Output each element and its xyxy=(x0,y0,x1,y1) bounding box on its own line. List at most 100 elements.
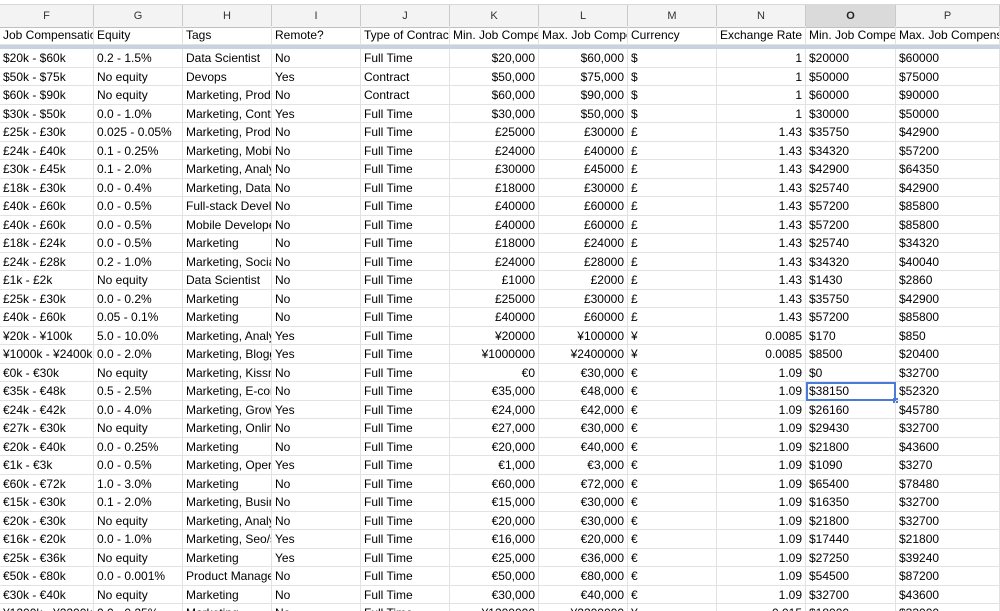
table-cell[interactable]: $25740 xyxy=(806,178,896,197)
table-cell[interactable]: 1 xyxy=(717,104,806,123)
table-cell[interactable]: Marketing xyxy=(183,289,272,308)
table-cell[interactable]: €50,000 xyxy=(450,567,539,586)
table-cell[interactable]: £24000 xyxy=(450,252,539,271)
table-cell[interactable]: $60k - $90k xyxy=(0,86,94,105)
table-cell[interactable]: $75,000 xyxy=(539,67,628,86)
table-cell[interactable]: Full Time xyxy=(361,289,450,308)
table-cell[interactable]: £1000 xyxy=(450,271,539,290)
table-cell[interactable]: No xyxy=(272,215,361,234)
table-cell[interactable]: Full Time xyxy=(361,363,450,382)
table-cell[interactable]: No xyxy=(272,511,361,530)
table-cell[interactable]: $35750 xyxy=(806,123,896,142)
table-cell[interactable]: £ xyxy=(628,197,717,216)
table-cell[interactable]: $30,000 xyxy=(450,104,539,123)
table-cell[interactable]: 1.43 xyxy=(717,123,806,142)
table-cell[interactable]: No equity xyxy=(94,67,183,86)
table-cell[interactable]: No equity xyxy=(94,511,183,530)
table-cell[interactable]: $90,000 xyxy=(539,86,628,105)
table-cell[interactable]: £18k - £30k xyxy=(0,178,94,197)
table-cell[interactable]: £18k - £24k xyxy=(0,234,94,253)
table-cell[interactable]: $50000 xyxy=(896,104,1000,123)
table-cell[interactable]: $43600 xyxy=(896,585,1000,604)
table-cell[interactable]: € xyxy=(628,363,717,382)
table-cell[interactable]: 0.1 - 2.0% xyxy=(94,493,183,512)
table-cell[interactable]: No xyxy=(272,123,361,142)
table-cell[interactable]: $85800 xyxy=(896,197,1000,216)
table-cell[interactable]: Yes xyxy=(272,530,361,549)
table-cell[interactable]: Full Time xyxy=(361,585,450,604)
table-cell[interactable]: Marketing xyxy=(183,474,272,493)
table-cell[interactable]: £60000 xyxy=(539,215,628,234)
table-cell[interactable]: ¥ xyxy=(628,326,717,345)
table-cell[interactable]: € xyxy=(628,382,717,401)
table-cell[interactable]: £40000 xyxy=(450,308,539,327)
table-cell[interactable]: $45780 xyxy=(896,400,1000,419)
table-cell[interactable]: €42,000 xyxy=(539,400,628,419)
table-cell[interactable]: $60,000 xyxy=(539,49,628,68)
table-cell[interactable]: ¥ xyxy=(628,345,717,364)
table-cell[interactable]: $50,000 xyxy=(450,67,539,86)
table-cell[interactable]: No xyxy=(272,160,361,179)
frozen-row-divider[interactable] xyxy=(0,45,1000,49)
table-cell[interactable]: $1430 xyxy=(806,271,896,290)
column-header-o[interactable]: O xyxy=(806,5,896,27)
table-cell[interactable]: No xyxy=(272,604,361,611)
table-cell[interactable]: Marketing, Online xyxy=(183,419,272,438)
table-cell[interactable]: Marketing, Growth xyxy=(183,400,272,419)
table-cell[interactable]: €20k - €30k xyxy=(0,511,94,530)
table-cell[interactable]: Contract xyxy=(361,86,450,105)
table-cell[interactable]: 0.1 - 0.25% xyxy=(94,141,183,160)
table-cell[interactable]: Marketing, Product xyxy=(183,86,272,105)
table-cell[interactable]: No xyxy=(272,308,361,327)
table-cell[interactable]: Full-stack Developer xyxy=(183,197,272,216)
table-cell[interactable]: 1.43 xyxy=(717,197,806,216)
table-cell[interactable]: 1.43 xyxy=(717,289,806,308)
table-cell[interactable]: €20,000 xyxy=(450,437,539,456)
table-cell[interactable]: No equity xyxy=(94,86,183,105)
table-cell[interactable]: $42900 xyxy=(896,178,1000,197)
table-cell[interactable]: No xyxy=(272,49,361,68)
table-cell[interactable]: €35k - €48k xyxy=(0,382,94,401)
table-cell[interactable]: £30000 xyxy=(539,289,628,308)
table-cell[interactable]: £24k - £28k xyxy=(0,252,94,271)
table-cell[interactable]: € xyxy=(628,567,717,586)
table-cell[interactable]: ¥100000 xyxy=(539,326,628,345)
table-cell[interactable]: $85800 xyxy=(896,308,1000,327)
table-cell[interactable]: $21800 xyxy=(806,511,896,530)
table-cell[interactable]: 0.0 - 1.0% xyxy=(94,104,183,123)
table-cell[interactable]: 1.43 xyxy=(717,178,806,197)
table-cell[interactable]: £60000 xyxy=(539,308,628,327)
table-cell[interactable]: No xyxy=(272,271,361,290)
table-cell[interactable]: 1.09 xyxy=(717,511,806,530)
table-cell[interactable]: Yes xyxy=(272,548,361,567)
table-cell[interactable]: Marketing, Blogging xyxy=(183,345,272,364)
table-cell[interactable]: £40000 xyxy=(450,197,539,216)
table-cell[interactable]: $85800 xyxy=(896,215,1000,234)
table-cell[interactable]: $17440 xyxy=(806,530,896,549)
table-cell[interactable]: 0.0085 xyxy=(717,326,806,345)
table-cell[interactable]: $65400 xyxy=(806,474,896,493)
table-cell[interactable]: Marketing, Analytics xyxy=(183,160,272,179)
table-cell[interactable]: $32700 xyxy=(896,511,1000,530)
table-cell[interactable]: Mobile Developer xyxy=(183,215,272,234)
table-cell[interactable]: ¥1000k - ¥2400k xyxy=(0,345,94,364)
table-cell[interactable]: € xyxy=(628,474,717,493)
table-cell[interactable]: £25000 xyxy=(450,123,539,142)
table-cell[interactable]: 0.0 - 0.5% xyxy=(94,456,183,475)
table-cell[interactable]: No xyxy=(272,178,361,197)
table-cell[interactable]: $1090 xyxy=(806,456,896,475)
table-cell[interactable]: $90000 xyxy=(896,86,1000,105)
table-cell[interactable]: Marketing, Data xyxy=(183,178,272,197)
table-cell[interactable]: $54500 xyxy=(806,567,896,586)
table-cell[interactable]: No equity xyxy=(94,585,183,604)
table-cell[interactable]: 1.09 xyxy=(717,363,806,382)
table-cell[interactable]: Marketing, E-commerce xyxy=(183,382,272,401)
table-cell[interactable]: No xyxy=(272,141,361,160)
table-cell[interactable]: $35750 xyxy=(806,289,896,308)
table-cell[interactable]: Marketing, Operations xyxy=(183,456,272,475)
table-cell[interactable]: £2000 xyxy=(539,271,628,290)
header-cell[interactable]: Max. Job Compensation xyxy=(896,26,1000,45)
table-cell[interactable]: $52320 xyxy=(896,382,1000,401)
table-cell[interactable]: €40,000 xyxy=(539,437,628,456)
table-cell[interactable]: 1.09 xyxy=(717,474,806,493)
